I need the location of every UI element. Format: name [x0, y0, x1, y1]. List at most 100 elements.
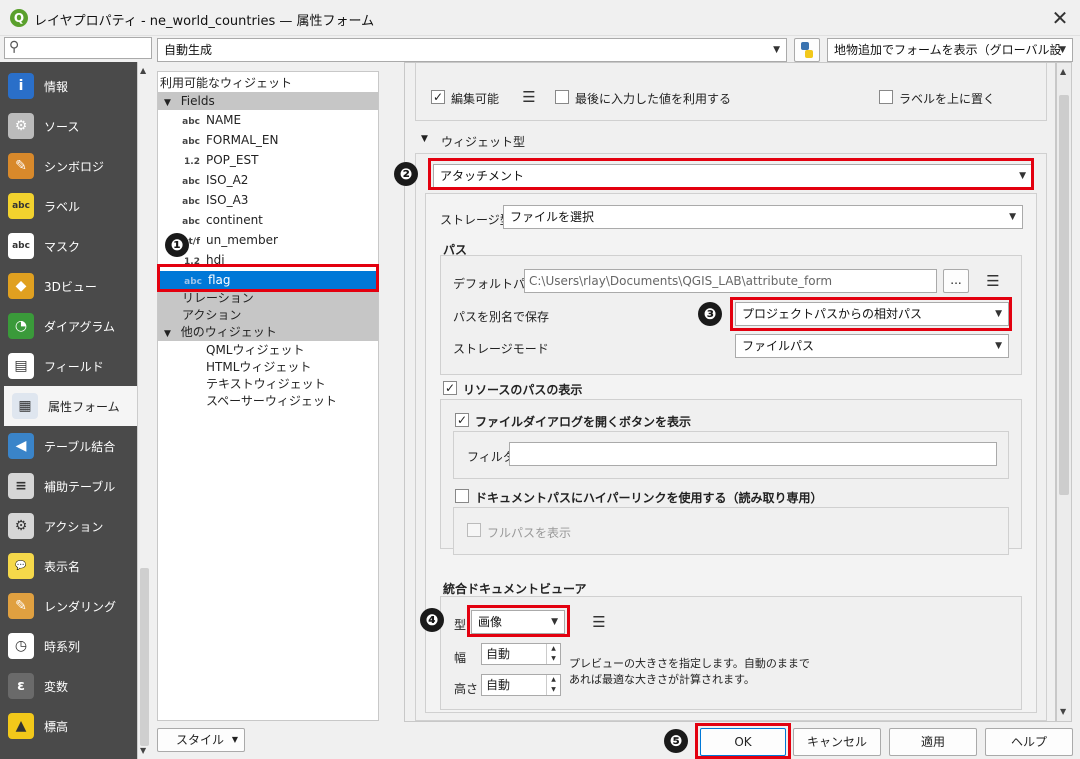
field-item-ISO_A3[interactable]: abc ISO_A3: [158, 191, 378, 209]
chevron-down-icon: ▼: [231, 735, 238, 744]
tree-item-actions[interactable]: アクション: [158, 306, 378, 324]
close-icon[interactable]: ✕: [1048, 6, 1072, 30]
scrollbar-thumb[interactable]: [140, 568, 149, 746]
store-path-select[interactable]: プロジェクトパスからの相対パス ▼: [735, 302, 1009, 326]
sidebar-item-6[interactable]: ◔ ダイアグラム: [0, 306, 137, 346]
tree-item-relations[interactable]: リレーション: [158, 289, 378, 307]
field-item-flag[interactable]: abc flag: [160, 271, 378, 289]
collapse-arrow-icon: ▼: [164, 98, 171, 108]
sidebar-scrollbar[interactable]: ▲ ▼: [137, 62, 151, 759]
chevron-down-icon: ▼: [773, 45, 780, 55]
config-scrollbar[interactable]: ▲ ▼: [1056, 62, 1072, 722]
browse-button[interactable]: ...: [943, 269, 969, 293]
field-item-FORMAL_EN[interactable]: abc FORMAL_EN: [158, 131, 378, 149]
diagram-icon: ◔: [8, 313, 34, 339]
sidebar-item-0[interactable]: i 情報: [0, 66, 137, 106]
tree-item-fields[interactable]: ▼ Fields: [158, 92, 378, 110]
file-dialog-checkbox[interactable]: ✓: [455, 413, 469, 427]
field-name: hdi: [206, 253, 225, 267]
sidebar-item-11[interactable]: ⚙ アクション: [0, 506, 137, 546]
widget-type-heading: ウィジェット型: [441, 135, 526, 149]
field-item-ISO_A2[interactable]: abc ISO_A2: [158, 171, 378, 189]
width-spinbox[interactable]: 自動 ▲ ▼: [481, 643, 561, 665]
actions-icon: ⚙: [8, 513, 34, 539]
sidebar: i 情報 ⚙ ソース ✎ シンボロジ abc ラベル abc マスク ◆ 3Dビュー ◔ ダイアグラム ▤ フ…: [0, 62, 137, 759]
scrollbar-thumb[interactable]: [1059, 95, 1069, 495]
field-item-NAME[interactable]: abc NAME: [158, 111, 378, 129]
resource-path-checkbox[interactable]: ✓: [443, 381, 457, 395]
form-suppress-select[interactable]: 地物追加でフォームを表示（グローバル設定） ▼: [827, 38, 1073, 79]
sidebar-item-12[interactable]: 💬 表示名: [0, 546, 137, 586]
field-item-hdi[interactable]: 1.2 hdi: [158, 251, 378, 269]
python-init-button[interactable]: [794, 38, 820, 62]
hyperlink-checkbox[interactable]: [455, 489, 469, 503]
cancel-button[interactable]: キャンセル: [793, 728, 881, 756]
display-icon: 💬: [8, 553, 34, 579]
field-name: NAME: [206, 113, 242, 127]
tree-header: 利用可能なウィジェット: [160, 76, 293, 90]
sidebar-item-7[interactable]: ▤ フィールド: [0, 346, 137, 386]
filter-input[interactable]: [509, 442, 997, 466]
sidebar-item-2[interactable]: ✎ シンボロジ: [0, 146, 137, 186]
field-item-POP_EST[interactable]: 1.2 POP_EST: [158, 151, 378, 169]
sidebar-item-16[interactable]: ▲ 標高: [0, 706, 137, 746]
sidebar-item-9[interactable]: ◀ テーブル結合: [0, 426, 137, 466]
tree-item-other-widgets[interactable]: ▼ 他のウィジェット: [158, 323, 378, 341]
sidebar-item-label: テーブル結合: [44, 439, 116, 454]
title-bar: Q レイヤプロパティ - ne_world_countries — 属性フォーム…: [0, 0, 1080, 36]
other-widget-item[interactable]: HTMLウィジェット: [158, 358, 378, 376]
expression-override-icon[interactable]: ☰: [981, 271, 1005, 291]
viewer-type-label: 型: [454, 618, 467, 632]
sidebar-item-4[interactable]: abc マスク: [0, 226, 137, 266]
sidebar-item-8[interactable]: ▦ 属性フォーム: [4, 386, 137, 426]
ok-button[interactable]: OK: [700, 728, 786, 756]
full-path-checkbox[interactable]: [467, 523, 481, 537]
apply-button[interactable]: 適用: [889, 728, 977, 756]
available-widgets-tree[interactable]: 利用可能なウィジェット ▼ Fields abc NAME abc FORMAL_EN…: [157, 71, 379, 721]
storage-type-select[interactable]: ファイルを選択 ▼: [503, 205, 1023, 229]
widget-type-select[interactable]: アタッチメント ▼: [433, 164, 1033, 188]
sidebar-item-5[interactable]: ◆ 3Dビュー: [0, 266, 137, 306]
fields-label: Fields: [180, 94, 215, 108]
sidebar-item-label: アクション: [44, 519, 104, 534]
expression-override-icon[interactable]: ☰: [517, 87, 541, 107]
hyperlink-label: ドキュメントパスにハイパーリンクを使用する（読み取り専用）: [475, 491, 823, 505]
store-path-value: プロジェクトパスからの相対パス: [742, 307, 923, 321]
reuse-last-checkbox[interactable]: [555, 90, 569, 104]
sidebar-item-15[interactable]: ε 変数: [0, 666, 137, 706]
marker-4: ❹: [420, 608, 444, 632]
layout-mode-value: 自動生成: [164, 43, 213, 57]
elevation-icon: ▲: [8, 713, 34, 739]
layout-mode-select[interactable]: 自動生成 ▼: [157, 38, 787, 62]
sidebar-item-3[interactable]: abc ラベル: [0, 186, 137, 226]
sidebar-item-13[interactable]: ✎ レンダリング: [0, 586, 137, 626]
storage-mode-select[interactable]: ファイルパス ▼: [735, 334, 1009, 358]
spin-arrows-icon[interactable]: ▲ ▼: [546, 675, 560, 695]
sidebar-item-14[interactable]: ◷ 時系列: [0, 626, 137, 666]
field-item-continent[interactable]: abc continent: [158, 211, 378, 229]
sidebar-item-1[interactable]: ⚙ ソース: [0, 106, 137, 146]
other-widget-item[interactable]: QMLウィジェット: [158, 341, 378, 359]
spin-arrows-icon[interactable]: ▲ ▼: [546, 644, 560, 664]
height-spinbox[interactable]: 自動 ▲ ▼: [481, 674, 561, 696]
chevron-down-icon: ▼: [1019, 171, 1026, 181]
default-path-input[interactable]: C:\Users\rlay\Documents\QGIS_LAB\attribu…: [524, 269, 937, 293]
sidebar-item-label: 標高: [44, 719, 69, 734]
viewer-type-select[interactable]: 画像 ▼: [471, 610, 565, 634]
marker-5: ❺: [664, 729, 688, 753]
label-on-top-checkbox[interactable]: [879, 90, 893, 104]
sidebar-item-10[interactable]: ≡ 補助テーブル: [0, 466, 137, 506]
style-button-label: スタイル: [176, 733, 225, 747]
editable-checkbox[interactable]: ✓: [431, 90, 445, 104]
other-widget-item[interactable]: スペーサーウィジェット: [158, 392, 378, 410]
style-button[interactable]: スタイル ▼: [157, 728, 245, 752]
collapse-arrow-icon[interactable]: ▼: [421, 134, 428, 144]
field-item-un_member[interactable]: t/f un_member: [158, 231, 378, 249]
height-label: 高さ: [454, 682, 479, 696]
viewer-type-value: 画像: [478, 615, 503, 629]
expression-override-icon[interactable]: ☰: [587, 612, 611, 632]
rendering-icon: ✎: [8, 593, 34, 619]
other-widget-item[interactable]: テキストウィジェット: [158, 375, 378, 393]
help-button[interactable]: ヘルプ: [985, 728, 1073, 756]
search-input[interactable]: ⚲: [4, 37, 152, 59]
